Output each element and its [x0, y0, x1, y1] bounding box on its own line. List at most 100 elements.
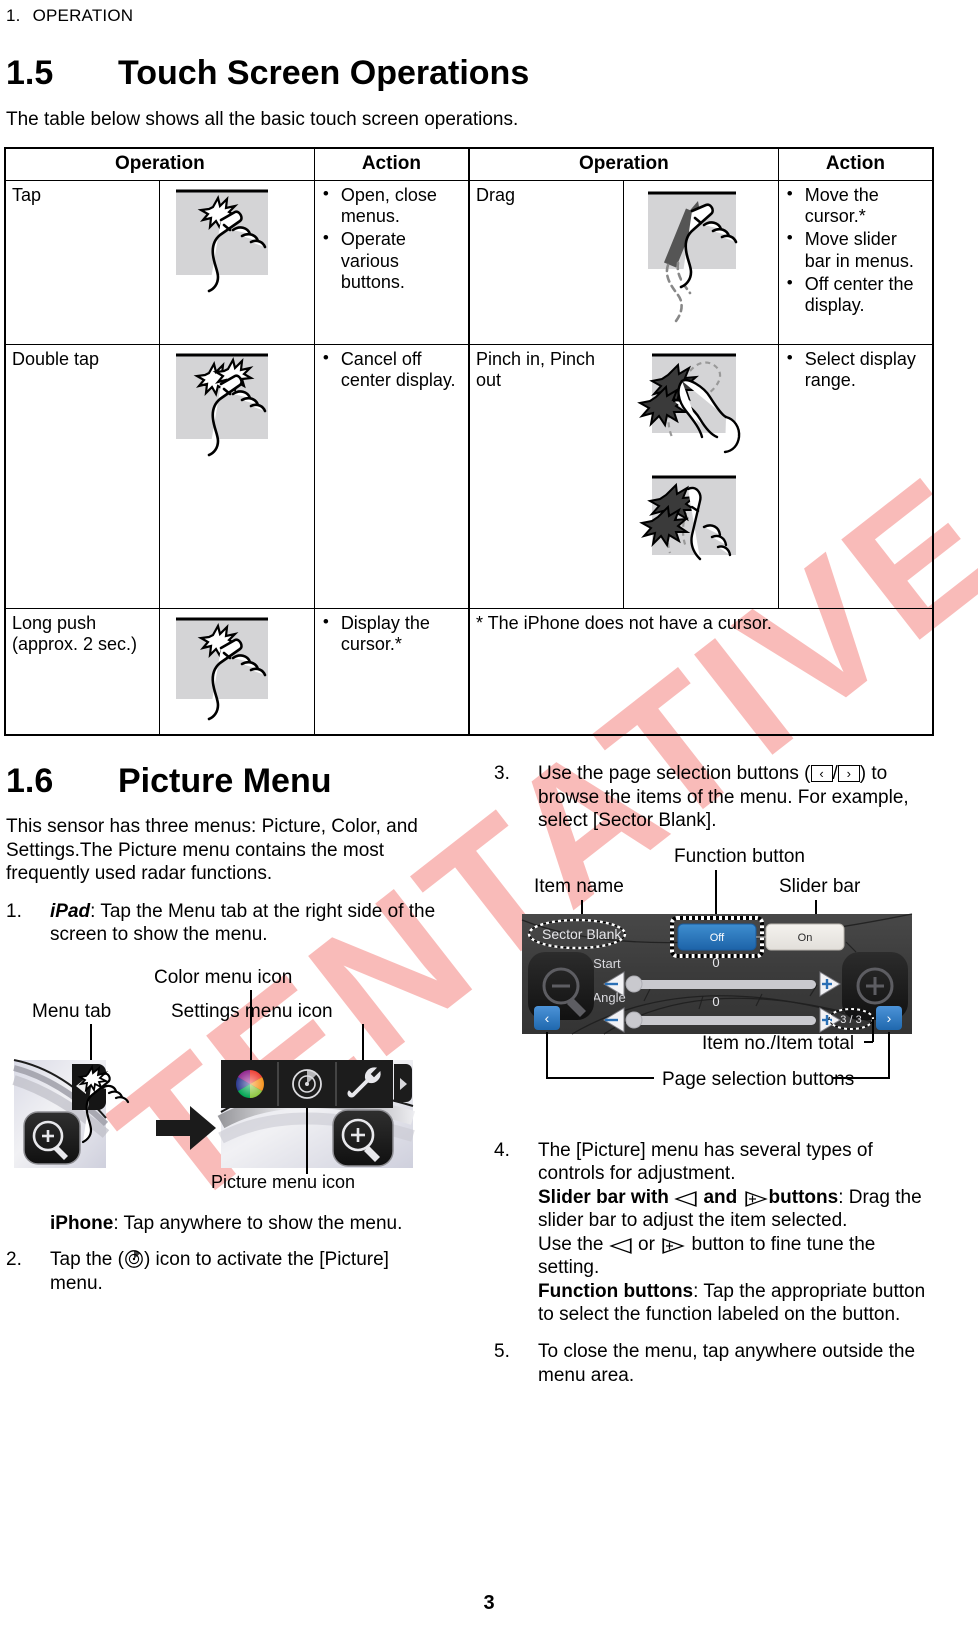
running-head-title: OPERATION	[32, 6, 134, 25]
list-item: Move slider bar in menus.	[785, 228, 926, 271]
cell-operation-drag: Drag	[467, 180, 625, 345]
header-operation-right: Operation	[467, 147, 779, 181]
step-4-fine-before: Use the	[538, 1233, 604, 1255]
section-1-6-title: Picture Menu	[118, 762, 332, 800]
tap-gesture-icon	[166, 185, 314, 305]
page-next-label: ›	[887, 1010, 892, 1026]
radar-menu-panel: Sector Blank Off On Start 0 Angle 0 ‹ › …	[521, 913, 913, 1035]
section-1-5-title: Touch Screen Operations	[118, 54, 530, 92]
touch-operations-table: Operation Action Operation Action Tap • …	[4, 147, 934, 736]
picture-menu-icon	[125, 1250, 143, 1269]
chevron-right-icon: ›	[837, 765, 860, 782]
table-row: Double tap • Cancel off center display. …	[4, 344, 934, 609]
left-column: 1.6 Picture Menu This sensor has three m…	[6, 762, 446, 1400]
section-1-5-heading: 1.5 Touch Screen Operations	[6, 54, 978, 93]
step-number: 5.	[494, 1341, 510, 1363]
callout-slider-bar: Slider bar	[779, 876, 861, 897]
step-number: 4.	[494, 1139, 510, 1161]
step-1-lead: iPad	[50, 900, 91, 922]
slider-track-2	[626, 1015, 816, 1025]
list-item: Move the cursor.*	[785, 184, 926, 227]
slider-right-button-icon	[744, 1190, 768, 1207]
menu-button-off: Off	[710, 932, 725, 944]
header-action-right: Action	[777, 147, 934, 181]
menu-slider-value-2: 0	[712, 994, 719, 1009]
steps-list-right: 3. Use the page selection buttons (‹ / ›) t…	[494, 762, 934, 833]
page-number: 3	[483, 1592, 495, 1614]
cell-operation-double-tap: Double tap	[4, 344, 161, 609]
step-iphone: iPhone: Tap anywhere to show the menu.	[6, 1212, 446, 1236]
step-2: 2. Tap the () icon to activate the [Pictu…	[6, 1248, 446, 1295]
step-4-slider-and: and	[703, 1186, 738, 1208]
step-4-line1: The [Picture] menu has several types of …	[538, 1139, 873, 1185]
steps-list-right-2: 4. The [Picture] menu has several types …	[494, 1139, 934, 1387]
double-tap-gesture-icon	[166, 349, 314, 469]
cell-action-pinch: Select display range.	[777, 344, 934, 609]
steps-list-left: 1. iPad: Tap the Menu tab at the right si…	[6, 900, 446, 947]
running-head: 1. OPERATION	[0, 0, 978, 26]
step-1: 1. iPad: Tap the Menu tab at the right si…	[6, 900, 446, 947]
cell-action-double-tap: Cancel off center display.	[313, 344, 470, 609]
callout-page-selection: Page selection buttons	[662, 1069, 854, 1090]
table-header-row: Operation Action Operation Action	[4, 147, 934, 181]
list-item: Open, close menus.	[321, 184, 462, 227]
step-3: 3. Use the page selection buttons (‹ / ›) t…	[494, 762, 934, 833]
right-column: 3. Use the page selection buttons (‹ / ›) t…	[494, 762, 934, 1400]
step-4-slider-bold-b: buttons	[768, 1186, 839, 1208]
list-item: Cancel off center display.	[321, 348, 462, 391]
menu-button-on: On	[798, 932, 813, 944]
slider-thumb-1	[625, 975, 643, 993]
cell-operation-tap: Tap	[4, 180, 161, 345]
cell-action-drag: Move the cursor.* Move slider bar in men…	[777, 180, 934, 345]
table-row: Tap • Open, close menus. • Operate vario…	[4, 180, 934, 345]
cell-action-long-push: Display the cursor.*	[313, 608, 470, 736]
section-1-6-number: 1.6	[6, 762, 54, 800]
cell-figure-long-push	[159, 608, 315, 736]
step-iphone-text: : Tap anywhere to show the menu.	[113, 1212, 403, 1234]
slider-left-button-icon-2	[608, 1237, 632, 1254]
step-1-text: : Tap the Menu tab at the right side of …	[50, 900, 436, 946]
page-prev-label: ‹	[545, 1010, 550, 1026]
step-number: 3.	[494, 763, 510, 784]
menu-page-indicator: 3 / 3	[840, 1014, 861, 1026]
callout-item-name: Item name	[534, 876, 624, 897]
section-1-5-number: 1.5	[6, 54, 54, 92]
drag-gesture-icon	[630, 185, 780, 335]
cell-figure-tap	[159, 180, 315, 345]
step-2-text-before: Tap the (	[50, 1249, 124, 1271]
cell-operation-long-push: Long push (approx. 2 sec.)	[4, 608, 161, 736]
menu-item-title: Sector Blank	[542, 926, 622, 942]
long-push-gesture-icon	[166, 613, 314, 725]
table-row: Long push (approx. 2 sec.) • Display the…	[4, 608, 934, 736]
list-item: Off center the display.	[785, 273, 926, 316]
step-3-text-before: Use the page selection buttons (	[538, 763, 811, 784]
callout-picture-menu: Picture menu icon	[211, 1171, 356, 1192]
figure-radar-menu: Function button Item name Slider bar Sec…	[494, 846, 934, 1161]
page-prev-button: ‹	[534, 1005, 560, 1030]
header-action-left: Action	[313, 147, 470, 181]
section-1-6-heading: 1.6 Picture Menu	[6, 762, 446, 801]
menu-slider-value-1: 0	[712, 955, 719, 970]
cell-operation-pinch: Pinch in, Pinch out	[467, 344, 625, 609]
cell-figure-pinch	[623, 344, 779, 609]
list-item: Select display range.	[785, 348, 926, 391]
step-number: 1.	[6, 900, 22, 922]
step-number: 2.	[6, 1249, 22, 1271]
list-item: Operate various buttons.	[321, 228, 462, 293]
callout-function-button: Function button	[674, 846, 805, 867]
cell-figure-drag	[623, 180, 780, 345]
slider-track-1	[626, 979, 816, 989]
step-5-text: To close the menu, tap anywhere outside …	[538, 1341, 916, 1386]
slider-left-button-icon	[674, 1190, 697, 1207]
step-4-fine-or: or	[638, 1233, 655, 1255]
steps-list-left-2: iPhone: Tap anywhere to show the menu. 2…	[6, 1212, 446, 1296]
step-5: 5. To close the menu, tap anywhere outsi…	[494, 1340, 934, 1387]
figure-menu-tab: Menu tab Color menu icon Settings menu i…	[6, 960, 446, 1192]
chevron-left-icon: ‹	[810, 765, 833, 782]
color-wheel-icon	[236, 1069, 264, 1098]
step-4: 4. The [Picture] menu has several types …	[494, 1139, 934, 1327]
callout-item-no-total: Item no./Item total	[702, 1033, 854, 1054]
list-item: Display the cursor.*	[321, 612, 462, 655]
section-1-5-intro: The table below shows all the basic touc…	[6, 109, 519, 130]
page-next-button: ›	[876, 1005, 902, 1030]
